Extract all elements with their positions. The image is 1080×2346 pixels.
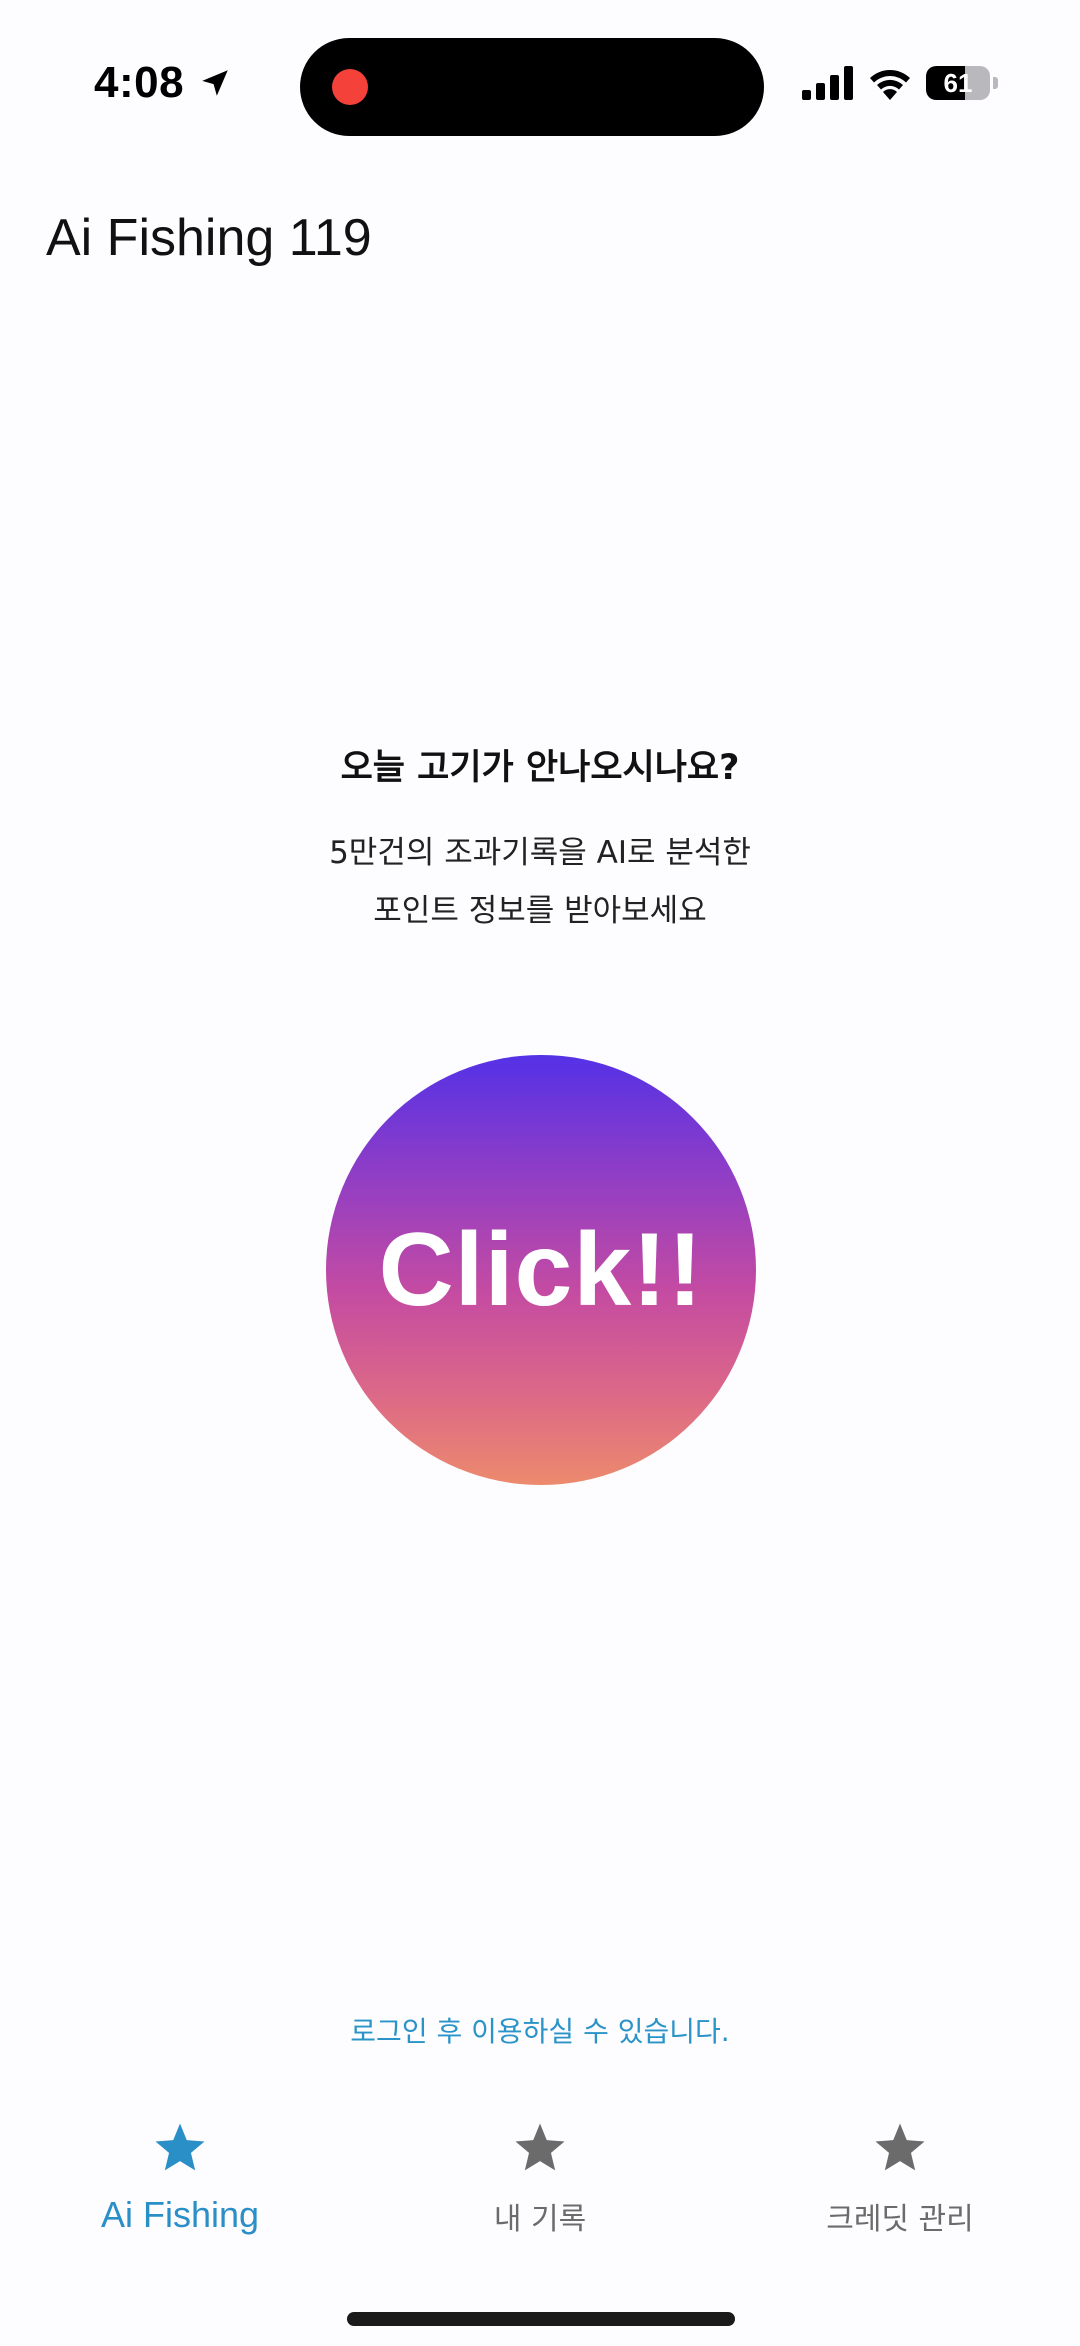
tab-bar: Ai Fishing 내 기록 크레딧 관리 [0,2110,1080,2260]
location-arrow-icon [202,70,228,96]
status-indicators: 61 [802,66,998,100]
page-title: Ai Fishing 119 [46,209,372,267]
wifi-icon [870,70,910,100]
home-indicator[interactable] [347,2312,735,2326]
tab-my-records[interactable]: 내 기록 [360,2110,720,2238]
star-icon [875,2123,925,2171]
click-button-label: Click!! [378,1211,704,1328]
cellular-signal-icon [802,66,853,100]
main-content: 오늘 고기가 안나오시나요? 5만건의 조과기록을 AI로 분석한 포인트 정보… [0,740,1080,940]
app-screen: 4:08 61 Ai Fishing 119 오늘 고기가 안나오시나요? 5만… [0,0,1080,2346]
battery-cap [993,77,998,89]
subtitle-line-1: 5만건의 조과기록을 AI로 분석한 [329,835,751,871]
tab-label: Ai Fishing [100,2194,260,2235]
headline: 오늘 고기가 안나오시나요? [340,748,740,788]
tab-label: 크레딧 관리 [826,2202,974,2237]
subtitle-line-2: 포인트 정보를 받아보세요 [373,893,707,929]
dynamic-island [300,38,764,136]
tab-ai-fishing[interactable]: Ai Fishing [0,2110,360,2236]
subtitle: 5만건의 조과기록을 AI로 분석한 포인트 정보를 받아보세요 [0,824,1080,940]
tab-credit-management[interactable]: 크레딧 관리 [720,2110,1080,2238]
status-bar: 4:08 61 [0,0,1080,180]
star-icon [515,2123,565,2171]
status-time: 4:08 [94,58,185,107]
status-time-group: 4:08 [94,58,232,108]
tab-label: 내 기록 [493,2202,587,2237]
battery-level-text: 61 [943,67,973,98]
battery-indicator: 61 [926,66,990,100]
recording-indicator-icon [332,69,368,105]
login-notice[interactable]: 로그인 후 이용하실 수 있습니다. [0,2010,1080,2050]
star-icon [155,2123,205,2171]
click-analyze-button[interactable]: Click!! [326,1055,756,1485]
